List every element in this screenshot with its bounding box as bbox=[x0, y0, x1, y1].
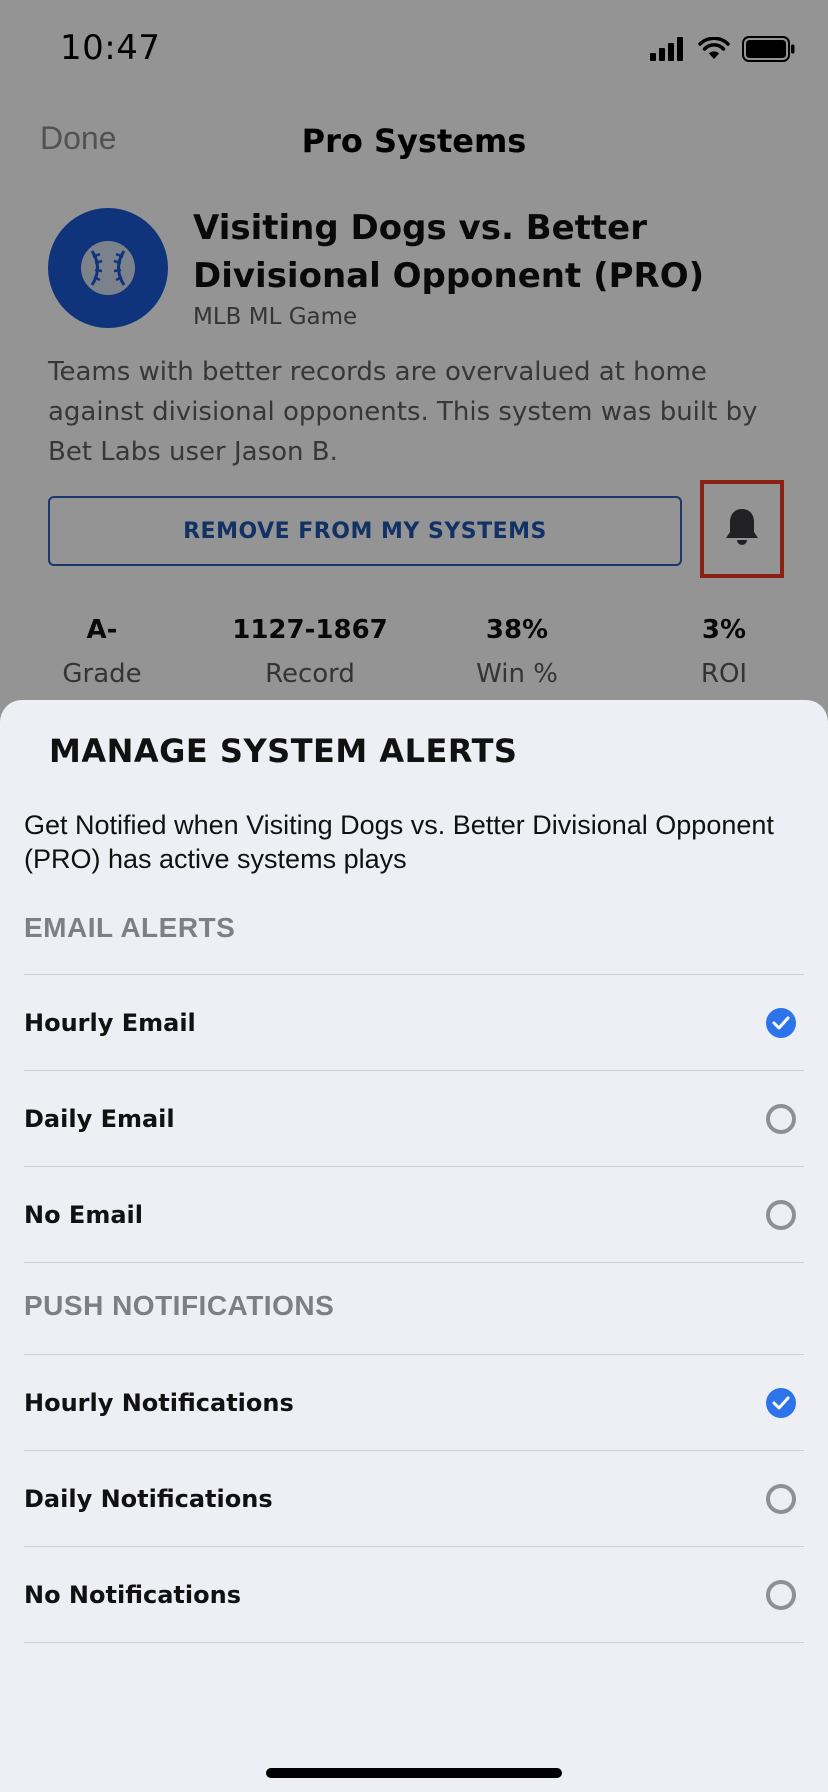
option-hourly-email[interactable]: Hourly Email bbox=[24, 974, 804, 1070]
option-no-email[interactable]: No Email bbox=[24, 1166, 804, 1263]
option-label: Daily Notifications bbox=[24, 1485, 273, 1513]
email-alerts-header: EMAIL ALERTS bbox=[24, 912, 236, 943]
option-hourly-notifications[interactable]: Hourly Notifications bbox=[24, 1354, 804, 1450]
sheet-title: MANAGE SYSTEM ALERTS bbox=[49, 732, 518, 770]
option-label: Hourly Email bbox=[24, 1009, 196, 1037]
manage-alerts-sheet: MANAGE SYSTEM ALERTS Get Notified when V… bbox=[0, 700, 828, 1792]
sheet-description: Get Notified when Visiting Dogs vs. Bett… bbox=[24, 810, 774, 874]
option-label: No Email bbox=[24, 1201, 143, 1229]
radio-checked-icon[interactable] bbox=[766, 1388, 796, 1418]
home-indicator bbox=[266, 1768, 562, 1778]
radio-unchecked-icon[interactable] bbox=[766, 1484, 796, 1514]
push-notifications-header: PUSH NOTIFICATIONS bbox=[24, 1290, 335, 1321]
radio-checked-icon[interactable] bbox=[766, 1008, 796, 1038]
option-label: Daily Email bbox=[24, 1105, 175, 1133]
push-options-list: Hourly Notifications Daily Notifications… bbox=[24, 1354, 804, 1643]
radio-unchecked-icon[interactable] bbox=[766, 1580, 796, 1610]
option-daily-notifications[interactable]: Daily Notifications bbox=[24, 1450, 804, 1546]
radio-unchecked-icon[interactable] bbox=[766, 1200, 796, 1230]
email-options-list: Hourly Email Daily Email No Email bbox=[24, 974, 804, 1263]
option-label: No Notifications bbox=[24, 1581, 241, 1609]
option-no-notifications[interactable]: No Notifications bbox=[24, 1546, 804, 1643]
option-daily-email[interactable]: Daily Email bbox=[24, 1070, 804, 1166]
option-label: Hourly Notifications bbox=[24, 1389, 294, 1417]
radio-unchecked-icon[interactable] bbox=[766, 1104, 796, 1134]
